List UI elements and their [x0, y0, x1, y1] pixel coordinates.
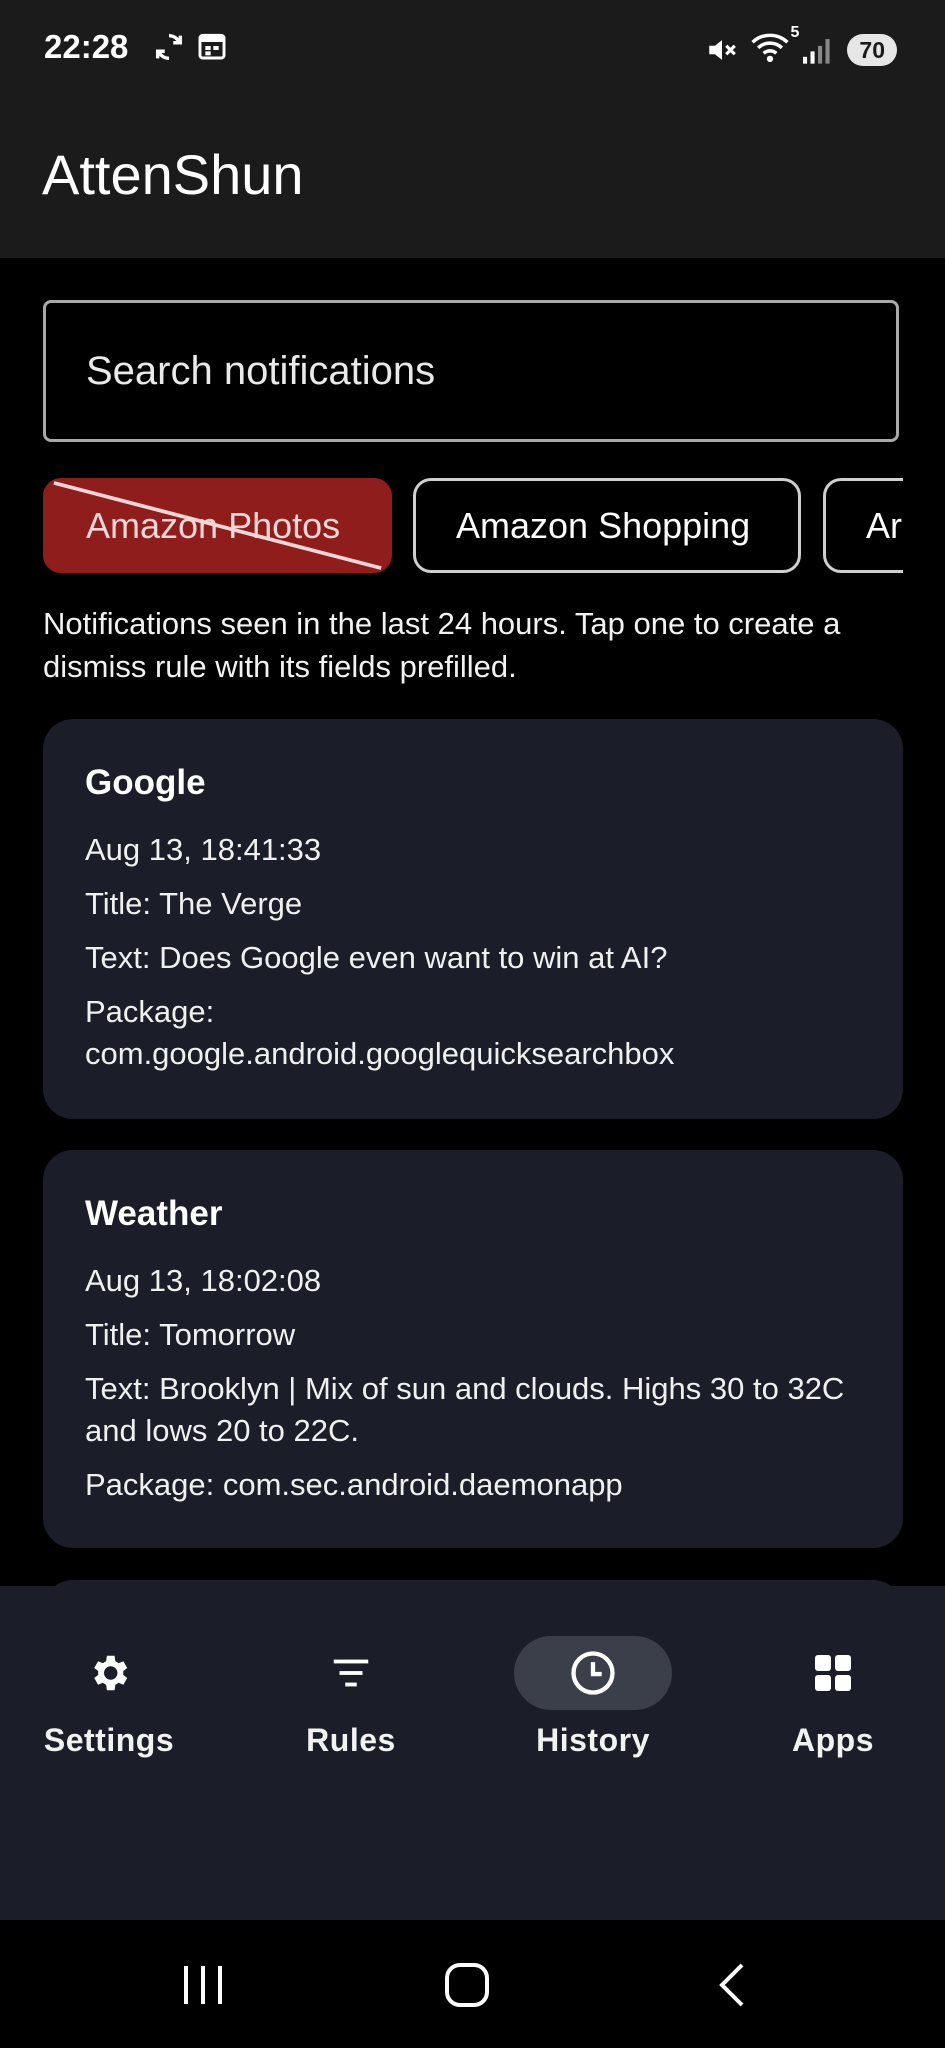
battery-indicator: 70: [847, 33, 897, 66]
grid-icon: [815, 1655, 851, 1691]
status-bar: 22:28 5 70: [0, 0, 945, 96]
notification-app: Google: [85, 763, 206, 802]
app-title: AttenShun: [42, 143, 304, 206]
chip-partial[interactable]: Ar: [823, 478, 903, 573]
nav-settings[interactable]: Settings: [9, 1636, 209, 1759]
mute-icon: [709, 39, 737, 60]
gear-icon: [94, 1655, 128, 1691]
history-hint: Notifications seen in the last 24 hours.…: [43, 606, 841, 684]
chip-amazon-shopping[interactable]: Amazon Shopping: [413, 478, 801, 573]
nav-apps[interactable]: Apps: [733, 1636, 933, 1759]
filter-icon: [333, 1659, 369, 1687]
calendar-icon: [198, 33, 226, 60]
system-navigation-bar: [0, 1920, 945, 2048]
notification-app: Weather: [85, 1194, 223, 1233]
wifi-icon: [751, 33, 790, 63]
notification-time: Aug 13, 18:41:33: [85, 832, 322, 867]
notification-text: Text: Brooklyn | Mix of sun and clouds. …: [85, 1371, 845, 1448]
search-input[interactable]: Search notifications: [43, 300, 899, 442]
nav-rules[interactable]: Rules: [251, 1636, 451, 1759]
bottom-navigation: Settings Rules History Apps: [0, 1586, 945, 1920]
nav-label: Rules: [306, 1722, 396, 1758]
app-filter-chips: Amazon Photos Amazon Shopping Ar: [43, 478, 903, 573]
notification-time: Aug 13, 18:02:08: [85, 1263, 322, 1298]
notification-package: Package: com.sec.android.daemonapp: [85, 1467, 623, 1502]
wifi-band-label: 5: [790, 24, 800, 41]
signal-icon: [803, 38, 830, 64]
active-indicator: [514, 1636, 672, 1710]
notification-package: Package: com.google.android.googlequicks…: [85, 994, 675, 1071]
back-icon[interactable]: [712, 1960, 752, 2010]
nav-label: Apps: [792, 1722, 874, 1758]
notification-title: Title: The Verge: [85, 886, 303, 921]
notification-card[interactable]: Weather Aug 13, 18:02:08 Title: Tomorrow…: [43, 1150, 903, 1548]
nav-history[interactable]: History: [493, 1636, 693, 1759]
notification-card[interactable]: Google Aug 13, 18:41:33 Title: The Verge…: [43, 719, 903, 1119]
status-time: 22:28: [44, 28, 129, 65]
chip-label: Amazon Shopping: [456, 505, 751, 546]
home-icon[interactable]: [442, 1960, 492, 2010]
chip-label: Ar: [866, 505, 902, 546]
nav-label: Settings: [43, 1722, 175, 1758]
recent-apps-icon[interactable]: [180, 1960, 226, 2010]
strikethrough-mark: [53, 481, 382, 570]
sync-icon: [155, 33, 183, 61]
nav-label: History: [536, 1722, 650, 1758]
app-bar: AttenShun: [0, 96, 945, 258]
chip-amazon-photos[interactable]: Amazon Photos: [43, 478, 392, 573]
clock-icon: [571, 1651, 615, 1695]
search-placeholder: Search notifications: [86, 349, 436, 393]
notification-title: Title: Tomorrow: [85, 1317, 296, 1352]
notification-text: Text: Does Google even want to win at AI…: [85, 940, 668, 975]
